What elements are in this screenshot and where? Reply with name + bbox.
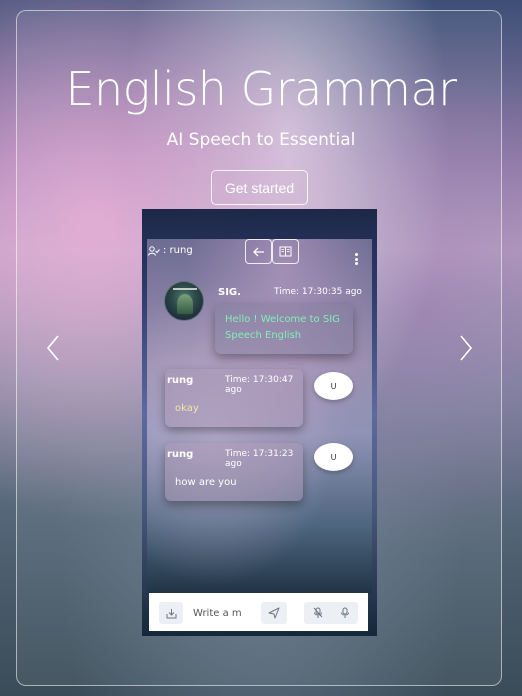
mic-button[interactable] xyxy=(340,607,350,619)
chevron-right-icon xyxy=(460,335,473,361)
message-time: Time: 17:30:47 ago xyxy=(225,375,294,395)
message-time: Time: 17:31:23 ago xyxy=(225,449,294,469)
user-message-bubble: rung Time: 17:30:47 ago okay xyxy=(165,369,303,427)
chevron-left-icon xyxy=(46,335,59,361)
message-sender: rung xyxy=(167,449,194,460)
current-user: : rung xyxy=(148,245,193,256)
user-avatar: U xyxy=(314,372,353,400)
send-button[interactable] xyxy=(261,602,287,624)
upload-button[interactable] xyxy=(159,602,183,624)
mic-icon xyxy=(340,607,349,618)
send-icon xyxy=(268,607,280,619)
mic-off-icon xyxy=(313,607,322,618)
bot-avatar xyxy=(164,281,204,321)
get-started-button[interactable]: Get started xyxy=(211,170,308,205)
current-user-label: : rung xyxy=(163,245,193,256)
hero-title: English Grammar xyxy=(65,62,457,116)
bot-message-bubble: Hello ! Welcome to SIG Speech English xyxy=(215,304,353,354)
book-icon xyxy=(279,246,292,257)
hero-subtitle: AI Speech to Essential xyxy=(166,130,356,150)
user-check-icon xyxy=(148,245,160,256)
kebab-menu-icon[interactable] xyxy=(354,253,358,265)
message-text: how are you xyxy=(175,477,237,488)
back-button[interactable] xyxy=(245,239,272,264)
message-input[interactable] xyxy=(193,605,263,621)
mic-off-button[interactable] xyxy=(313,607,323,619)
arrow-left-icon xyxy=(252,247,264,256)
message-sender: rung xyxy=(167,375,194,386)
message-composer xyxy=(149,593,368,631)
dictionary-button[interactable] xyxy=(272,239,299,264)
upload-icon xyxy=(166,608,176,618)
user-message-bubble: rung Time: 17:31:23 ago how are you xyxy=(165,443,303,501)
message-text: okay xyxy=(175,403,199,414)
message-sender: SIG. xyxy=(218,287,241,298)
carousel-prev-button[interactable] xyxy=(44,332,64,364)
user-avatar: U xyxy=(314,443,353,471)
voice-controls xyxy=(304,602,358,624)
message-time: Time: 17:30:35 ago xyxy=(274,287,362,297)
app-preview-phone: : rung SIG. Time: 17:30:35 ago Hello ! W… xyxy=(142,209,377,636)
carousel-next-button[interactable] xyxy=(456,332,476,364)
